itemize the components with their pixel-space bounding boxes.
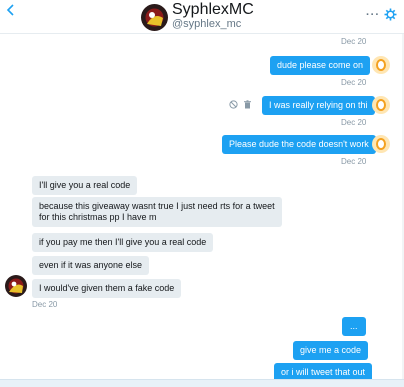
- message-timestamp: Dec 20: [341, 118, 367, 127]
- outgoing-message[interactable]: ...: [342, 317, 366, 336]
- incoming-message[interactable]: even if it was anyone else: [32, 256, 150, 275]
- delete-trash-icon[interactable]: [243, 100, 252, 109]
- outgoing-message[interactable]: give me a code: [293, 341, 369, 360]
- conversation-header: SyphlexMC @syphlex_mc ···: [0, 0, 404, 34]
- compose-bar[interactable]: [0, 379, 404, 387]
- incoming-message[interactable]: I'll give you a real code: [32, 176, 138, 195]
- more-options-icon[interactable]: ···: [366, 9, 380, 21]
- my-avatar[interactable]: [372, 135, 390, 153]
- message-timestamp: Dec 20: [341, 78, 367, 87]
- my-avatar[interactable]: [372, 56, 390, 74]
- my-avatar[interactable]: [372, 96, 390, 114]
- incoming-message[interactable]: if you pay me then I'll give you a real …: [32, 233, 214, 252]
- incoming-message[interactable]: because this giveaway wasnt true I just …: [32, 197, 282, 227]
- incoming-message[interactable]: I would've given them a fake code: [32, 279, 182, 298]
- header-avatar[interactable]: [141, 4, 168, 31]
- outgoing-message[interactable]: dude please come on: [270, 56, 371, 75]
- message-timestamp: Dec 20: [341, 157, 367, 166]
- message-timestamp: Dec 20: [32, 300, 58, 309]
- back-arrow-icon[interactable]: [4, 3, 18, 17]
- outgoing-message[interactable]: I was really relying on thi: [262, 96, 375, 115]
- header-display-name[interactable]: SyphlexMC: [172, 1, 254, 19]
- outgoing-message[interactable]: Please dude the code doesn't work: [222, 135, 376, 154]
- block-icon[interactable]: [229, 100, 238, 109]
- message-timestamp: Dec 20: [341, 37, 367, 46]
- sender-avatar[interactable]: [5, 275, 27, 297]
- header-handle[interactable]: @syphlex_mc: [172, 18, 241, 30]
- settings-gear-icon[interactable]: [384, 8, 397, 21]
